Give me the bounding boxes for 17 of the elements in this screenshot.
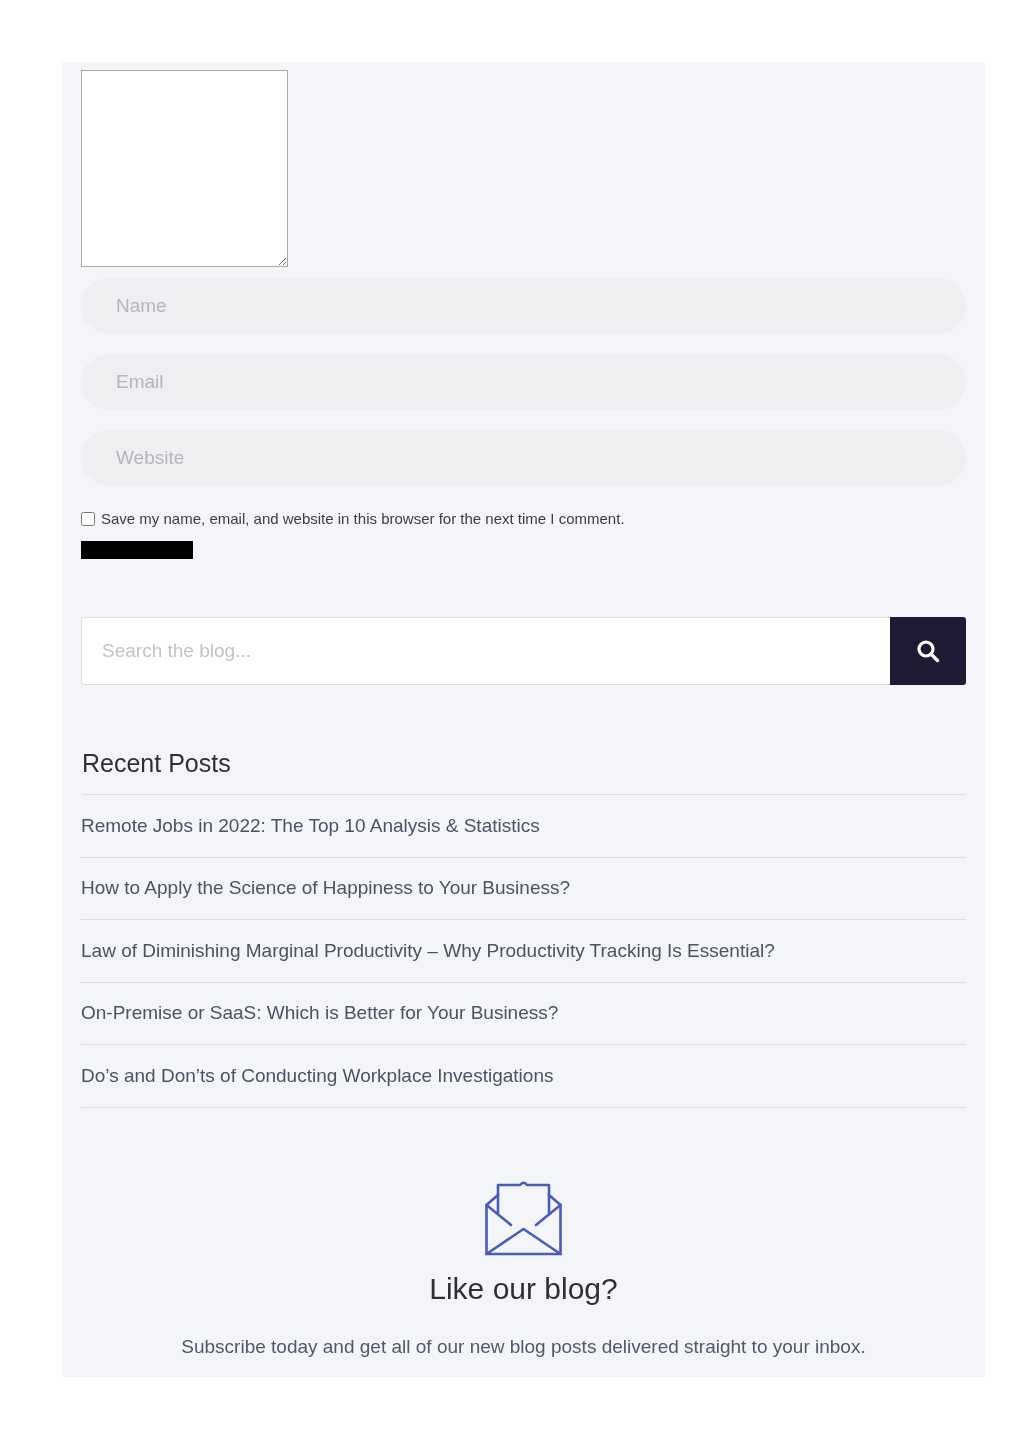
post-link[interactable]: Law of Diminishing Marginal Productivity – Why Productivity Tracking Is Essential?: [81, 938, 775, 963]
subscribe-title: Like our blog?: [429, 1270, 618, 1307]
envelope-icon: [485, 1178, 562, 1256]
search-icon: [916, 639, 940, 663]
text-input-field[interactable]: Name: [81, 278, 966, 334]
text-input-field[interactable]: Email: [81, 354, 966, 410]
post-link[interactable]: On-Premise or SaaS: Which is Better for Your Business?: [81, 1001, 559, 1026]
post-link[interactable]: How to Apply the Science of Happiness to Your Business?: [81, 876, 571, 901]
section-title: Recent Posts: [82, 748, 966, 795]
search-button[interactable]: [890, 617, 966, 685]
save-info-label: Save my name, email, and website in this browser for the next time I comment.: [101, 510, 625, 528]
post-link[interactable]: Remote Jobs in 2022: The Top 10 Analysis & Statistics: [81, 813, 540, 838]
save-info-checkbox[interactable]: [81, 512, 95, 526]
subscribe-text: Subscribe today and get all of our new blog posts delivered straight to your inbox.: [181, 1334, 866, 1359]
search-field[interactable]: Search the blog...: [81, 617, 890, 685]
text-input-field[interactable]: Website: [81, 430, 966, 486]
post-link[interactable]: Do’s and Don’ts of Conducting Workplace Investigations: [81, 1063, 554, 1088]
